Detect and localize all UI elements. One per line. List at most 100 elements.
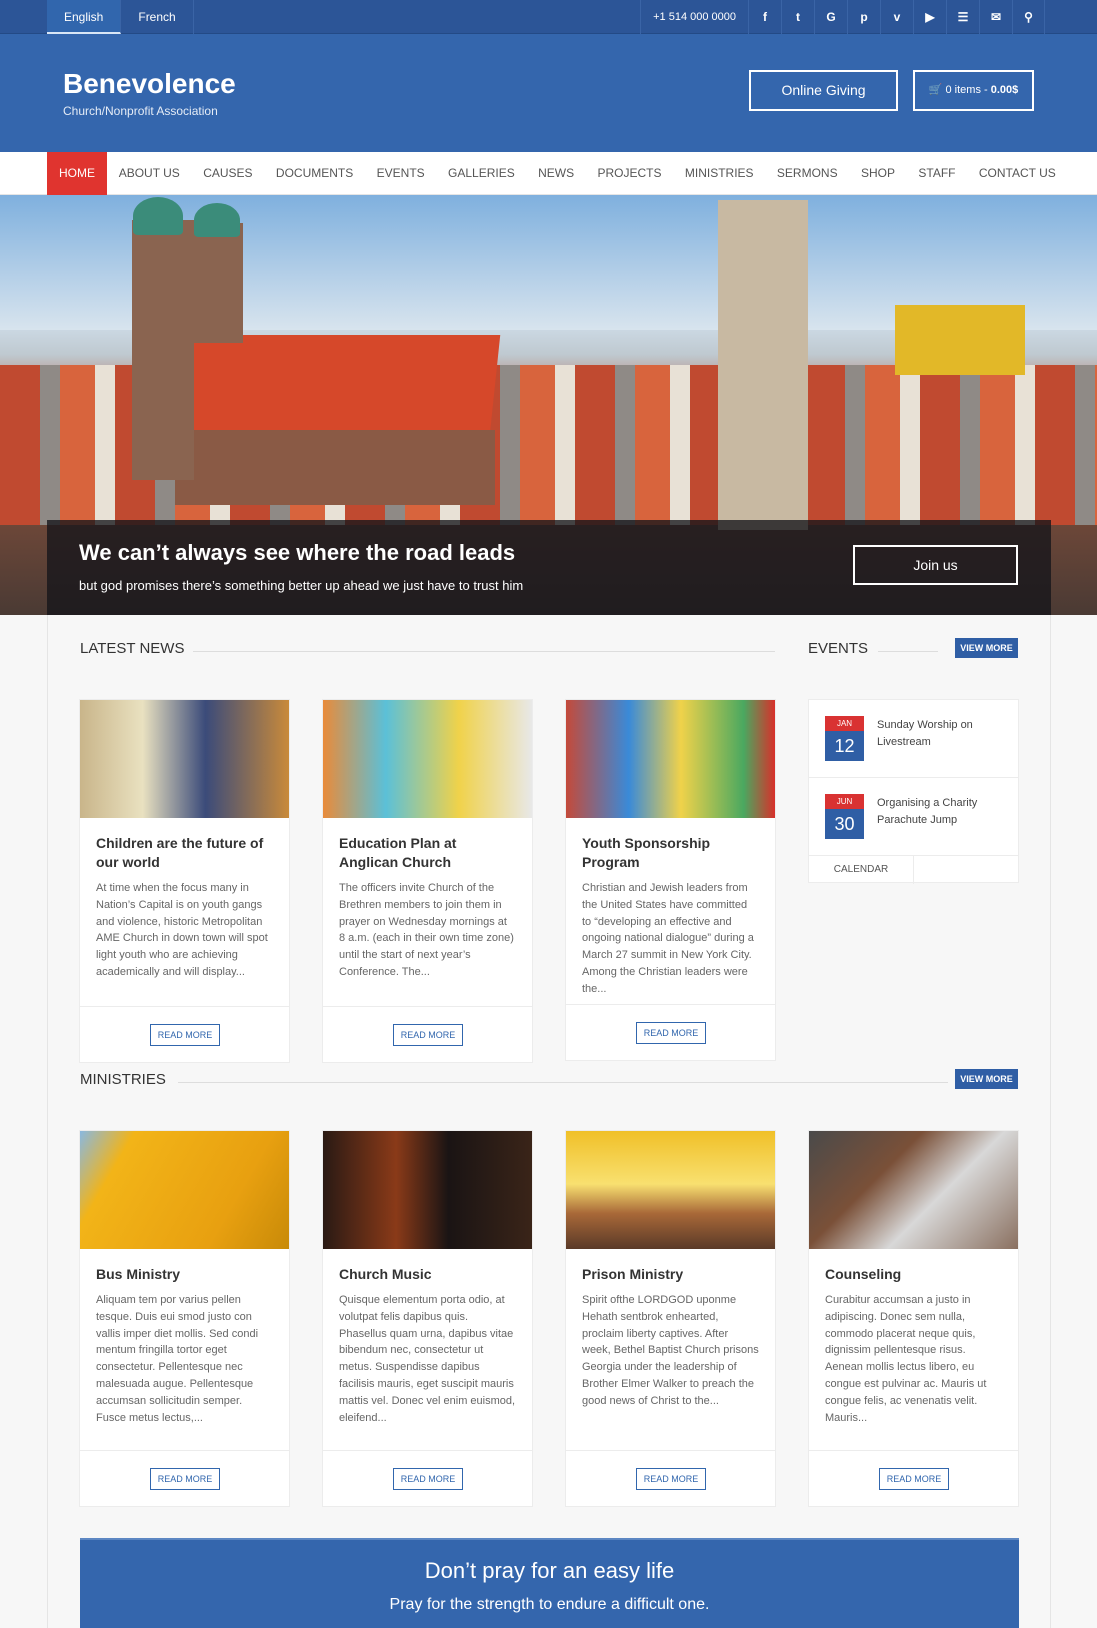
vimeo-icon[interactable]: v [880,0,913,34]
news-title[interactable]: Youth Sponsorship Program [566,818,775,872]
ministry-excerpt: Curabitur accumsan a justo in adipiscing… [825,1294,987,1424]
language-switcher: English French [47,0,194,34]
ministries-view-more-button[interactable]: VIEW MORE [955,1069,1018,1089]
lang-french[interactable]: French [121,0,194,34]
events-widget: JAN 12 Sunday Worship on Livestream JUN … [808,699,1019,884]
lang-english[interactable]: English [47,0,122,34]
event-item[interactable]: JAN 12 Sunday Worship on Livestream [809,700,1018,778]
event-day: 30 [825,809,864,839]
read-more-button[interactable]: READ MORE [150,1024,220,1046]
news-card: Education Plan at Anglican Church The of… [322,699,533,1063]
rss-icon[interactable]: ☰ [946,0,979,34]
event-title[interactable]: Sunday Worship on Livestream [877,717,1007,751]
news-card: Youth Sponsorship Program Christian and … [565,699,776,1061]
news-image[interactable] [566,700,775,818]
youtube-icon[interactable]: ▶ [913,0,946,34]
nav-item-ministries[interactable]: MINISTRIES [673,152,765,195]
latest-news-title: LATEST NEWS [80,640,185,657]
ministry-card: Prison Ministry Spirit ofthe LORDGOD upo… [565,1130,776,1507]
read-more-button[interactable]: READ MORE [636,1022,706,1044]
search-icon[interactable]: ⚲ [1012,0,1045,34]
nav-item-sermons[interactable]: SERMONS [765,152,849,195]
section-divider [178,1082,948,1083]
event-item[interactable]: JUN 30 Organising a Charity Parachute Ju… [809,778,1018,856]
hero-tower-right [193,223,243,343]
read-more-button[interactable]: READ MORE [636,1468,706,1490]
pinterest-icon[interactable]: p [847,0,880,34]
news-excerpt: The officers invite Church of the Brethr… [339,882,514,978]
ministry-title[interactable]: Bus Ministry [80,1249,289,1284]
hero-town-hall-tower [718,200,808,530]
ministry-title[interactable]: Church Music [323,1249,532,1284]
ministry-image[interactable] [566,1131,775,1249]
card-footer: READ MORE [323,1450,532,1506]
read-more-button[interactable]: READ MORE [393,1468,463,1490]
join-us-button[interactable]: Join us [853,545,1018,585]
ministry-title[interactable]: Prison Ministry [566,1249,775,1284]
news-title[interactable]: Children are the future of our world [80,818,289,872]
top-right-bar: +1 514 000 0000 f t G p v ▶ ☰ ✉ ⚲ [640,0,1045,34]
hero-dome-left [133,197,183,235]
ministry-excerpt: Spirit ofthe LORDGOD uponme Hehath sentb… [582,1294,759,1407]
nav-item-staff[interactable]: STAFF [907,152,967,195]
ministry-image[interactable] [809,1131,1018,1249]
read-more-button[interactable]: READ MORE [150,1468,220,1490]
twitter-icon[interactable]: t [781,0,814,34]
hero-caption: We can’t always see where the road leads… [47,520,1051,615]
cart-button[interactable]: 🛒 0 items - 0.00$ [913,70,1034,111]
site-title[interactable]: Benevolence [63,68,236,100]
read-more-button[interactable]: READ MORE [879,1468,949,1490]
top-bar: English French +1 514 000 0000 f t G p v… [0,0,1097,34]
event-month: JUN [825,794,864,809]
online-giving-button[interactable]: Online Giving [749,70,898,111]
news-image[interactable] [80,700,289,818]
card-footer: READ MORE [80,1006,289,1062]
nav-item-projects[interactable]: PROJECTS [586,152,673,195]
nav-item-events[interactable]: EVENTS [365,152,436,195]
nav-item-home[interactable]: HOME [47,152,107,195]
ministry-image[interactable] [80,1131,289,1249]
hero-dome-right [194,203,240,237]
nav-item-causes[interactable]: CAUSES [192,152,265,195]
hero-cathedral-roof [169,335,501,435]
mail-icon[interactable]: ✉ [979,0,1012,34]
ministry-card: Church Music Quisque elementum porta odi… [322,1130,533,1507]
events-view-more-button[interactable]: VIEW MORE [955,638,1018,658]
nav-item-contact-us[interactable]: CONTACT US [967,152,1067,195]
news-excerpt: At time when the focus many in Nation’s … [96,882,268,978]
hero-title: We can’t always see where the road leads [79,540,516,565]
news-title[interactable]: Education Plan at Anglican Church [323,818,532,872]
nav-item-news[interactable]: NEWS [526,152,585,195]
nav-item-documents[interactable]: DOCUMENTS [264,152,365,195]
site-tagline: Church/Nonprofit Association [63,104,218,118]
ministry-title[interactable]: Counseling [809,1249,1018,1284]
cart-icon: 🛒 [928,84,943,96]
quote-title: Don’t pray for an easy life [424,1558,675,1583]
hero-yellow-church [895,305,1025,375]
ministry-card: Counseling Curabitur accumsan a justo in… [808,1130,1019,1507]
ministry-excerpt: Quisque elementum porta odio, at volutpa… [339,1294,516,1424]
event-month: JAN [825,716,864,731]
calendar-tab[interactable]: CALENDAR [809,856,914,884]
ministries-title: MINISTRIES [80,1071,166,1088]
card-footer: READ MORE [566,1004,775,1060]
quote-banner: Don’t pray for an easy life Pray for the… [80,1538,1019,1628]
news-image[interactable] [323,700,532,818]
quote-subtitle: Pray for the strength to endure a diffic… [389,1596,710,1613]
event-title[interactable]: Organising a Charity Parachute Jump [877,795,1007,829]
cart-items: 0 items - [945,84,991,96]
facebook-icon[interactable]: f [748,0,781,34]
ministry-image[interactable] [323,1131,532,1249]
card-footer: READ MORE [323,1006,532,1062]
google-plus-icon[interactable]: G [814,0,847,34]
nav-item-shop[interactable]: SHOP [849,152,906,195]
hero-slider: We can’t always see where the road leads… [0,195,1097,615]
news-excerpt: Christian and Jewish leaders from the Un… [582,882,754,995]
nav-item-galleries[interactable]: GALLERIES [436,152,526,195]
read-more-button[interactable]: READ MORE [393,1024,463,1046]
card-footer: READ MORE [566,1450,775,1506]
nav-list: HOME ABOUT US CAUSES DOCUMENTS EVENTS GALLERI… [47,152,1067,195]
events-title: EVENTS [808,640,869,657]
nav-item-about-us[interactable]: ABOUT US [107,152,192,195]
site-header: Benevolence Church/Nonprofit Association… [0,34,1097,152]
